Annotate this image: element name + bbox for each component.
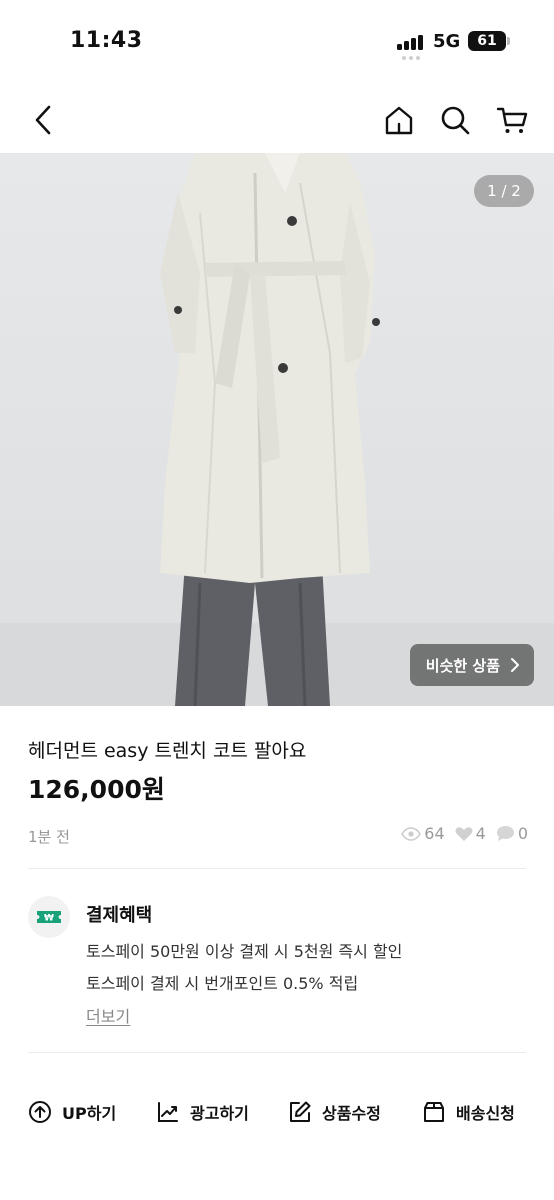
svg-text:₩: ₩: [44, 914, 54, 924]
edit-icon: [290, 1101, 311, 1122]
product-image[interactable]: 1 / 2 비슷한 상품: [0, 153, 554, 706]
up-label: UP하기: [62, 1104, 117, 1123]
home-icon: [385, 106, 413, 135]
views-count: 64: [424, 824, 445, 843]
search-button[interactable]: [437, 102, 473, 138]
similar-products-label: 비슷한 상품: [425, 656, 500, 675]
views-stat: 64: [401, 824, 445, 843]
status-time: 11:43: [70, 28, 143, 53]
more-link[interactable]: 더보기: [86, 1003, 130, 1027]
up-button[interactable]: UP하기: [28, 1092, 116, 1132]
edit-product-button[interactable]: 상품수정: [288, 1092, 381, 1132]
likes-count: 4: [475, 824, 486, 843]
divider: [28, 1052, 526, 1053]
arrow-up-circle-icon: [29, 1101, 51, 1123]
payment-benefit-icon: ₩: [28, 896, 70, 938]
eye-icon: [401, 826, 422, 841]
image-counter: 1 / 2: [474, 175, 534, 207]
divider: [28, 868, 526, 869]
cart-icon: [496, 107, 528, 133]
home-button[interactable]: [381, 102, 417, 138]
benefit-line-2: 토스페이 결제 시 번개포인트 0.5% 적립: [86, 974, 359, 993]
product-stats: 64 4 0: [397, 824, 528, 843]
chats-stat: 0: [496, 824, 528, 843]
network-label: 5G: [433, 31, 461, 52]
search-icon: [441, 106, 470, 135]
ad-label: 광고하기: [190, 1104, 249, 1123]
benefit-line-1: 토스페이 50만원 이상 결제 시 5천원 즉시 할인: [86, 942, 403, 961]
similar-products-button[interactable]: 비슷한 상품: [409, 644, 534, 686]
chats-count: 0: [517, 824, 528, 843]
status-bar: 11:43 5G 61: [0, 0, 554, 84]
cart-button[interactable]: [494, 102, 530, 138]
won-ticket-icon: ₩: [37, 911, 61, 924]
coat-photo: [0, 153, 554, 706]
shipping-label: 배송신청: [456, 1104, 515, 1123]
likes-stat: 4: [455, 824, 486, 843]
product-price: 126,000원: [28, 775, 165, 804]
product-title: 헤더먼트 easy 트렌치 코트 팔아요: [28, 740, 307, 762]
ad-button[interactable]: 광고하기: [156, 1092, 249, 1132]
battery-icon: 61: [468, 31, 510, 51]
shipping-request-button[interactable]: 배송신청: [422, 1092, 515, 1132]
signal-icon: [397, 34, 427, 50]
posted-time: 1분 전: [28, 828, 70, 846]
box-icon: [424, 1102, 444, 1122]
chevron-right-icon: [511, 658, 519, 672]
benefit-title: 결제혜택: [86, 905, 153, 926]
edit-label: 상품수정: [322, 1104, 381, 1123]
chart-up-icon: [158, 1102, 178, 1122]
back-button[interactable]: [26, 102, 62, 138]
heart-icon: [455, 826, 473, 841]
indicator-dots: [402, 56, 424, 62]
chevron-left-icon: [35, 105, 51, 135]
chat-bubble-icon: [496, 826, 514, 841]
nav-bar: [0, 88, 554, 152]
seller-actions: UP하기 광고하기 상품수정 배송신청: [0, 1092, 554, 1136]
